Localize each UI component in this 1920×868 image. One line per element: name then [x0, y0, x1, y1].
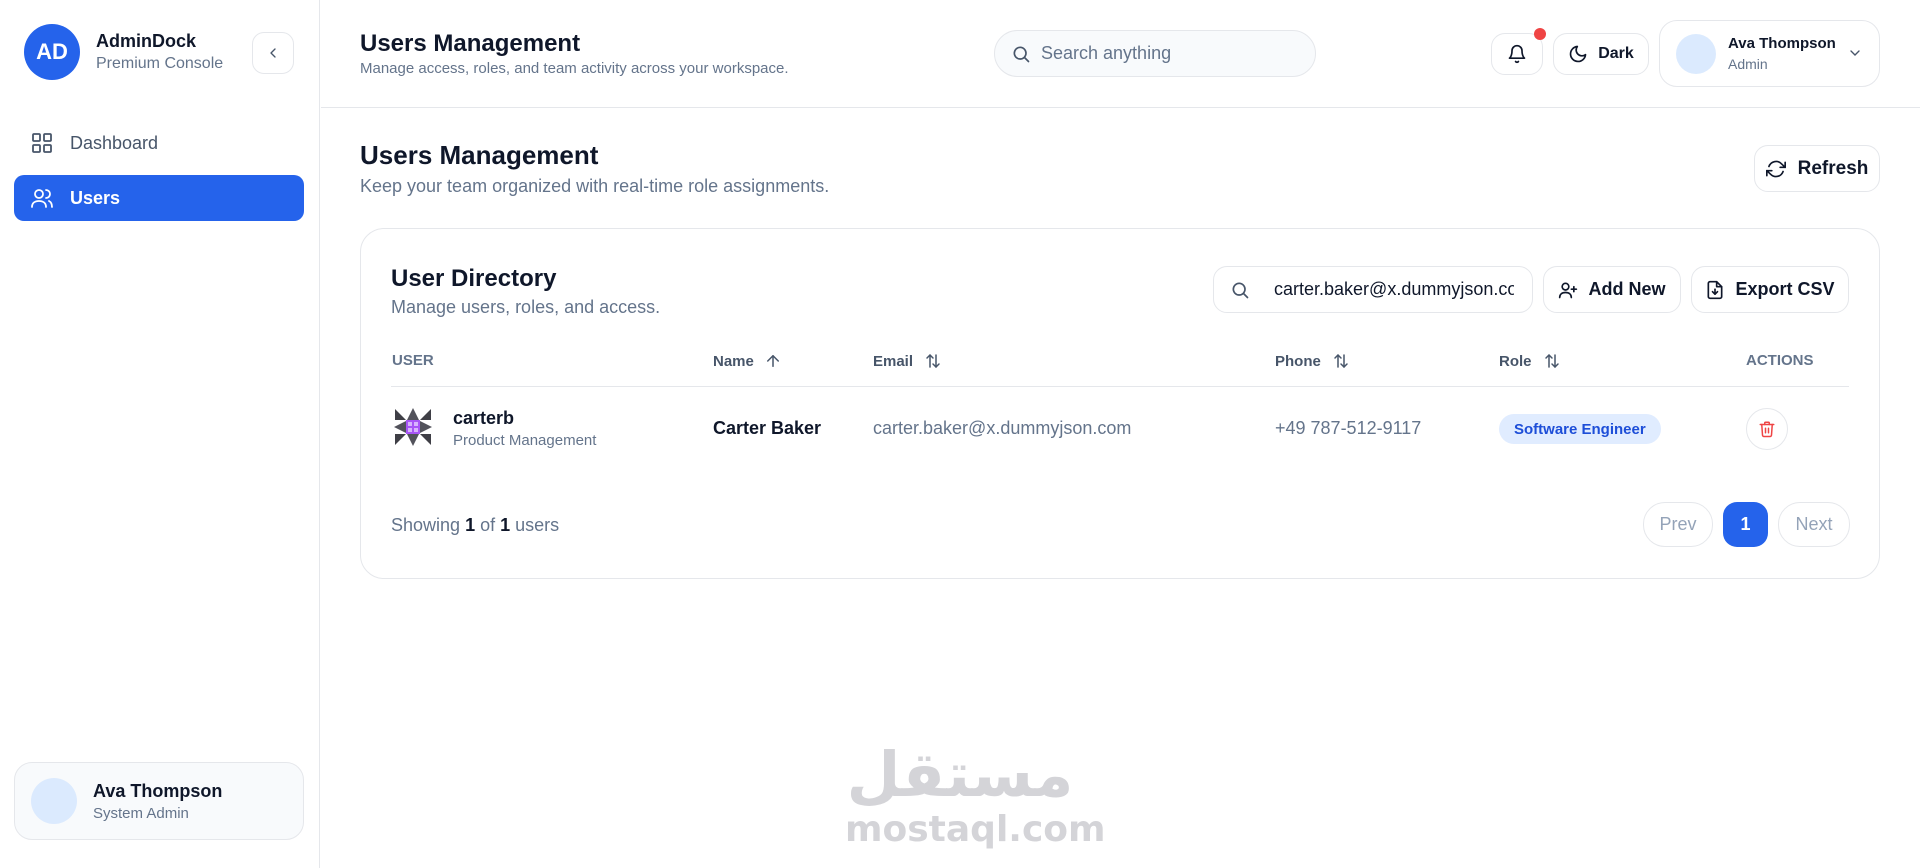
user-identicon-avatar	[393, 407, 433, 447]
profile-name: Ava Thompson	[93, 780, 223, 801]
brand: AD AdminDock Premium Console	[24, 24, 223, 80]
watermark-logo: مستقل mostaql.com	[845, 738, 1106, 850]
showing-summary: Showing 1 of 1 users	[391, 515, 560, 535]
pagination-next-button[interactable]: Next	[1778, 502, 1850, 547]
sidebar: AD AdminDock Premium Console Dashboard U…	[0, 0, 320, 868]
add-user-button[interactable]: Add New	[1543, 266, 1681, 313]
sort-asc-icon	[764, 352, 782, 370]
sidebar-profile-card[interactable]: Ava Thompson System Admin	[14, 762, 304, 840]
theme-toggle-button[interactable]: Dark	[1553, 33, 1649, 75]
refresh-label: Refresh	[1797, 157, 1869, 179]
table-header-divider	[391, 386, 1849, 387]
header-subtitle: Manage access, roles, and team activity …	[360, 60, 789, 77]
chevron-left-icon	[270, 48, 276, 58]
column-header-phone[interactable]: Phone	[1275, 352, 1351, 370]
search-placeholder: Search anything	[1041, 43, 1172, 63]
brand-subtitle: Premium Console	[96, 55, 224, 72]
column-header-actions: ACTIONS	[1746, 352, 1814, 369]
watermark-arabic: مستقل	[846, 738, 1074, 811]
column-header-role[interactable]: Role	[1499, 352, 1562, 370]
export-csv-button[interactable]: Export CSV	[1691, 266, 1849, 313]
top-header: Users Management Manage access, roles, a…	[321, 0, 1920, 108]
avatar	[1676, 33, 1716, 74]
profile-role: System Admin	[93, 804, 189, 822]
watermark-latin: mostaql.com	[845, 809, 1106, 850]
directory-subtitle: Manage users, roles, and access.	[391, 297, 661, 317]
sidebar-item-label: Users	[70, 187, 121, 208]
user-plus-icon	[1558, 280, 1578, 300]
avatar	[31, 778, 77, 824]
search-icon	[1013, 46, 1030, 62]
search-icon	[1232, 282, 1249, 298]
chevron-down-icon	[1847, 45, 1863, 61]
sidebar-item-dashboard[interactable]: Dashboard	[14, 120, 304, 166]
role-badge[interactable]: Software Engineer	[1499, 414, 1661, 444]
add-user-label: Add New	[1588, 279, 1666, 299]
user-role: Admin	[1728, 56, 1768, 72]
delete-user-button[interactable]	[1746, 408, 1788, 450]
directory-search-input[interactable]: carter.baker@x.dummyjson.com	[1213, 266, 1533, 313]
row-department: Product Management	[453, 432, 597, 449]
user-directory-card: User Directory Manage users, roles, and …	[360, 228, 1880, 579]
file-download-icon	[1705, 280, 1725, 300]
bell-icon	[1508, 44, 1526, 64]
column-header-user: USER	[392, 352, 434, 369]
row-phone: +49 787-512-9117	[1275, 418, 1422, 438]
export-csv-label: Export CSV	[1735, 279, 1835, 299]
sidebar-item-label: Dashboard	[70, 132, 159, 153]
column-header-name[interactable]: Name	[713, 352, 782, 370]
sort-icon	[923, 352, 943, 370]
pagination-page-1[interactable]: 1	[1723, 502, 1768, 547]
row-email: carter.baker@x.dummyjson.com	[873, 418, 1132, 438]
brand-name: AdminDock	[96, 31, 197, 51]
column-header-email[interactable]: Email	[873, 352, 943, 370]
trash-icon	[1759, 421, 1775, 438]
collapse-sidebar-button[interactable]	[252, 32, 294, 74]
refresh-button[interactable]: Refresh	[1754, 145, 1880, 192]
brand-logo: AD	[24, 24, 80, 80]
directory-title: User Directory	[391, 265, 557, 292]
user-name: Ava Thompson	[1728, 35, 1836, 52]
header-title: Users Management	[360, 30, 581, 57]
users-icon	[30, 186, 54, 210]
pagination-prev-button[interactable]: Prev	[1643, 502, 1713, 547]
sort-icon	[1331, 352, 1351, 370]
theme-label: Dark	[1598, 45, 1634, 62]
sidebar-nav: Dashboard Users	[14, 120, 304, 230]
sidebar-item-users[interactable]: Users	[14, 175, 304, 221]
page-title: Users Management	[360, 140, 599, 170]
refresh-icon	[1765, 159, 1786, 179]
row-name: Carter Baker	[713, 418, 822, 438]
sort-icon	[1542, 352, 1562, 370]
global-search-input[interactable]: Search anything	[994, 30, 1316, 77]
dashboard-grid-icon	[30, 131, 54, 155]
user-menu-button[interactable]: Ava Thompson Admin	[1659, 20, 1880, 87]
moon-icon	[1568, 44, 1588, 64]
page-subtitle: Keep your team organized with real-time …	[360, 176, 830, 196]
notification-dot	[1534, 28, 1546, 40]
search-value: carter.baker@x.dummyjson.com	[1274, 279, 1514, 299]
row-username: carterb	[453, 408, 515, 428]
notifications-button[interactable]	[1491, 33, 1543, 75]
